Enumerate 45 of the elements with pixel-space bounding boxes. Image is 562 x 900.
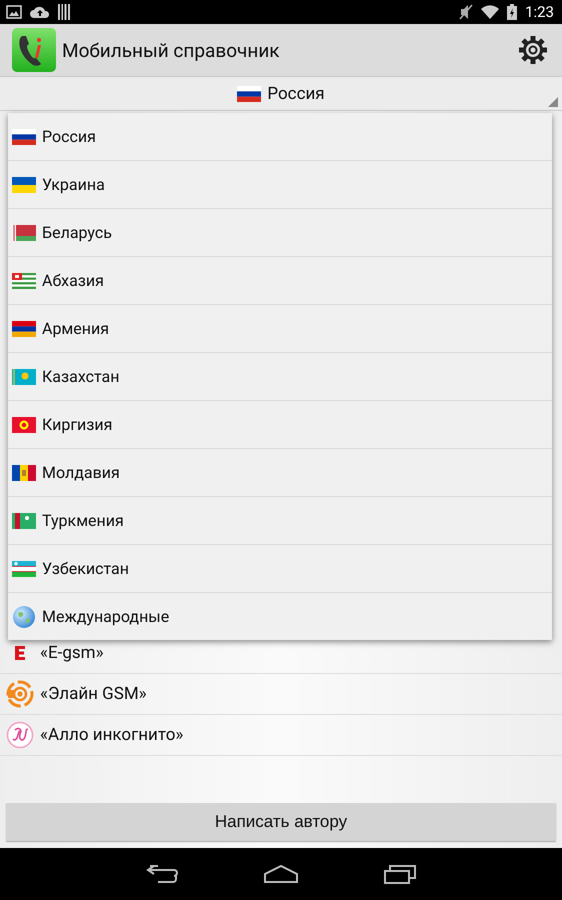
app-logo-icon (12, 28, 56, 72)
country-spinner[interactable]: Россия (0, 77, 562, 111)
write-author-button[interactable]: Написать автору (6, 803, 556, 841)
country-menu-item[interactable]: Армения (8, 305, 552, 353)
flag-icon (12, 560, 36, 576)
barcode-icon (58, 4, 70, 20)
flag-icon (12, 512, 36, 528)
operator-name[interactable]: «E-gsm» (40, 643, 104, 663)
battery-icon (507, 4, 518, 20)
country-menu-item[interactable]: Узбекистан (8, 545, 552, 593)
app-title: Мобильный справочник (62, 38, 281, 62)
country-menu-item[interactable]: Киргизия (8, 401, 552, 449)
country-menu-item[interactable]: Казахстан (8, 353, 552, 401)
flag-icon (237, 86, 262, 102)
target-icon (6, 680, 34, 708)
settings-icon[interactable] (518, 35, 548, 65)
dropdown-corner-icon (548, 97, 558, 107)
flag-icon (12, 464, 36, 480)
country-menu-item[interactable]: Туркмения (8, 497, 552, 545)
flag-icon (12, 224, 36, 240)
flag-icon (12, 176, 36, 192)
wifi-icon (481, 5, 500, 19)
clock-time: 1:23 (525, 3, 554, 21)
country-menu-item[interactable]: Молдавия (8, 449, 552, 497)
operator-name[interactable]: «Алло инкогнито» (40, 725, 184, 745)
letter-e-icon (14, 646, 26, 660)
country-menu-item[interactable]: Россия (8, 113, 552, 161)
country-menu-item[interactable]: Международные (8, 593, 552, 640)
operator-name[interactable]: «Элайн GSM» (40, 684, 147, 704)
cloud-upload-icon (30, 5, 50, 19)
image-icon (6, 5, 22, 19)
recent-apps-icon[interactable] (384, 864, 416, 884)
script-letter-icon (6, 721, 34, 749)
country-menu-item[interactable]: Абхазия (8, 257, 552, 305)
country-menu-item[interactable]: Беларусь (8, 209, 552, 257)
flag-icon (12, 320, 36, 336)
flag-icon (12, 416, 36, 432)
flag-icon (12, 128, 36, 144)
home-icon[interactable] (264, 865, 298, 883)
flag-icon (12, 368, 36, 384)
globe-icon (12, 604, 36, 628)
country-menu-item[interactable]: Украина (8, 161, 552, 209)
back-icon[interactable] (146, 865, 178, 883)
muted-speaker-icon (459, 4, 474, 20)
flag-icon (12, 272, 36, 288)
